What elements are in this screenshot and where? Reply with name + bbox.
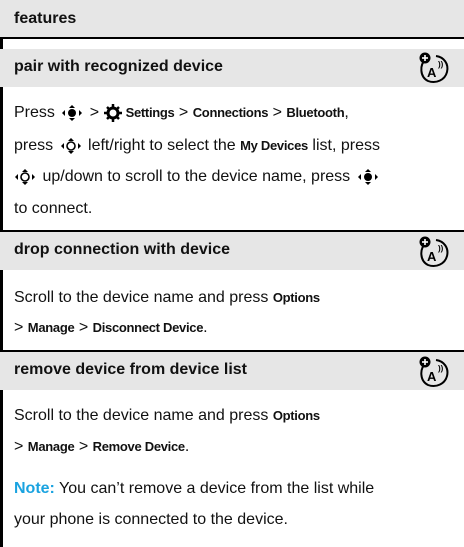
- text: list, press: [312, 137, 380, 154]
- menu-my-devices: My Devices: [240, 138, 308, 153]
- svg-text:A: A: [427, 65, 437, 80]
- text: Scroll to the device name and press: [14, 407, 269, 424]
- svg-text:A: A: [427, 369, 437, 384]
- text: press: [14, 137, 54, 154]
- menu-options: Options: [272, 290, 320, 305]
- menu-bluetooth: Bluetooth: [286, 105, 345, 120]
- section-title: remove device from device list: [14, 361, 247, 378]
- text: Scroll to the device name and press: [14, 289, 269, 306]
- step-line: to connect.: [14, 198, 92, 220]
- manual-page: features pair with recognized device A )…: [0, 0, 464, 547]
- section-title: pair with recognized device: [14, 58, 223, 75]
- menu-settings: Settings: [125, 105, 175, 120]
- step-line: Press > Settings > Connections > Bluetoo…: [14, 103, 349, 122]
- nav-key-icon: [60, 137, 81, 154]
- note-text: You can’t remove a device from the list …: [59, 480, 375, 497]
- svg-text:A: A: [427, 249, 437, 264]
- step-line: press left/right to select the My Device…: [14, 135, 380, 157]
- section-header-drop: drop connection with device: [0, 232, 464, 270]
- svg-text:)): )): [438, 364, 444, 373]
- step-line: Scroll to the device name and press Opti…: [14, 287, 320, 309]
- network-feature-icon: A )): [419, 236, 449, 267]
- section-title: drop connection with device: [14, 241, 231, 258]
- note-text: your phone is connected to the device.: [14, 511, 288, 528]
- step-line: up/down to scroll to the device name, pr…: [14, 166, 381, 188]
- nav-key-center-icon: [357, 168, 378, 185]
- step-line: > Manage > Remove Device.: [14, 438, 190, 455]
- menu-disconnect-device: Disconnect Device: [92, 320, 204, 335]
- note-label: Note:: [14, 480, 55, 497]
- text: to connect.: [14, 200, 93, 217]
- nav-key-icon: [15, 168, 35, 185]
- text: Press: [14, 104, 55, 121]
- note-line: Note: You can’t remove a device from the…: [14, 478, 374, 500]
- menu-connections: Connections: [192, 105, 269, 120]
- settings-icon: [103, 103, 122, 122]
- section-header-remove: remove device from device list: [0, 352, 464, 390]
- menu-manage: Manage: [27, 320, 75, 335]
- features-header: features: [0, 0, 464, 39]
- svg-text:)): )): [438, 244, 444, 253]
- header-title: features: [14, 10, 77, 27]
- section-header-pair: pair with recognized device: [0, 49, 464, 87]
- step-line: Scroll to the device name and press Opti…: [14, 405, 320, 427]
- menu-manage: Manage: [27, 439, 75, 454]
- network-feature-icon: A )): [419, 356, 449, 387]
- network-feature-icon: A )): [419, 52, 449, 83]
- nav-key-center-icon: [62, 104, 83, 121]
- text: up/down to scroll to the device name, pr…: [42, 168, 351, 185]
- note-line: your phone is connected to the device.: [14, 509, 288, 531]
- step-line: > Manage > Disconnect Device.: [14, 319, 208, 336]
- svg-text:)): )): [438, 60, 444, 69]
- text: left/right to select the: [88, 137, 236, 154]
- menu-options: Options: [272, 408, 320, 423]
- menu-remove-device: Remove Device: [92, 439, 186, 454]
